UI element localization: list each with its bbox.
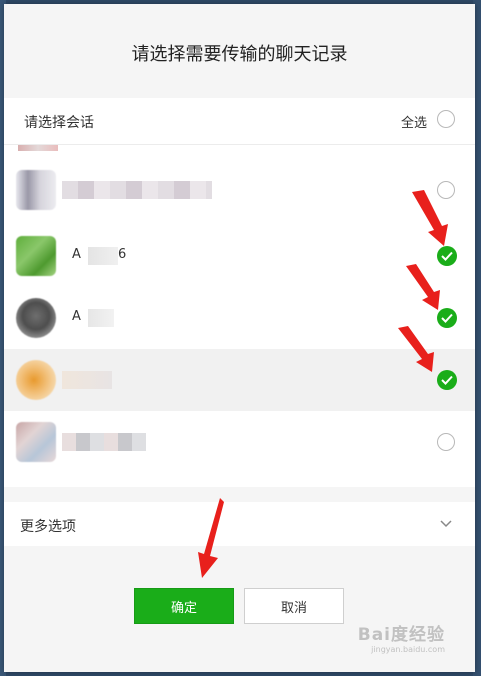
conversation-row-5[interactable] [4, 411, 475, 473]
check-icon [441, 375, 453, 385]
more-options-row[interactable]: 更多选项 [4, 502, 475, 546]
conversation-row-1[interactable] [4, 159, 475, 221]
conversation-name: A [72, 247, 81, 262]
conversation-name-mosaic [62, 371, 112, 389]
cancel-button[interactable]: 取消 [244, 588, 344, 624]
avatar [16, 360, 56, 400]
avatar [16, 298, 56, 338]
select-conversation-label: 请选择会话 [24, 115, 94, 131]
watermark-text: Bai度经验 [357, 625, 445, 645]
chevron-down-icon [440, 520, 452, 528]
conversation-name-mosaic [88, 309, 114, 327]
conversation-checked[interactable] [437, 370, 457, 390]
annotation-arrow-icon [406, 264, 440, 310]
avatar [16, 422, 56, 462]
annotation-arrow-icon [412, 190, 448, 246]
check-icon [441, 313, 453, 323]
confirm-button[interactable]: 确定 [134, 588, 234, 624]
select-all-radio[interactable] [437, 110, 455, 128]
select-all-label[interactable]: 全选 [401, 112, 427, 131]
list-header: 请选择会话 全选 [4, 98, 475, 145]
watermark-subtext: jingyan.baidu.com [371, 645, 445, 654]
avatar [16, 236, 56, 276]
conversation-name: A [72, 309, 81, 324]
check-icon [441, 251, 453, 261]
conversation-name-suffix: 6 [118, 247, 127, 262]
annotation-arrow-icon [398, 326, 434, 372]
watermark-logo: Bai度经验 jingyan.baidu.com [358, 620, 445, 654]
conversation-radio[interactable] [437, 433, 455, 451]
conversation-name-mosaic [62, 181, 212, 199]
conversation-name-mosaic [62, 433, 146, 451]
transfer-chat-dialog: 请选择需要传输的聊天记录 请选择会话 全选 A 6 A 更多选项 确定 取消 B… [4, 4, 475, 672]
conversation-name-mosaic [88, 247, 118, 265]
partial-row-avatar [18, 145, 58, 151]
avatar [16, 170, 56, 210]
conversation-list[interactable]: A 6 A [4, 145, 475, 487]
dialog-title: 请选择需要传输的聊天记录 [131, 44, 348, 65]
annotation-arrow-icon [198, 498, 224, 578]
more-options-label: 更多选项 [20, 519, 76, 535]
